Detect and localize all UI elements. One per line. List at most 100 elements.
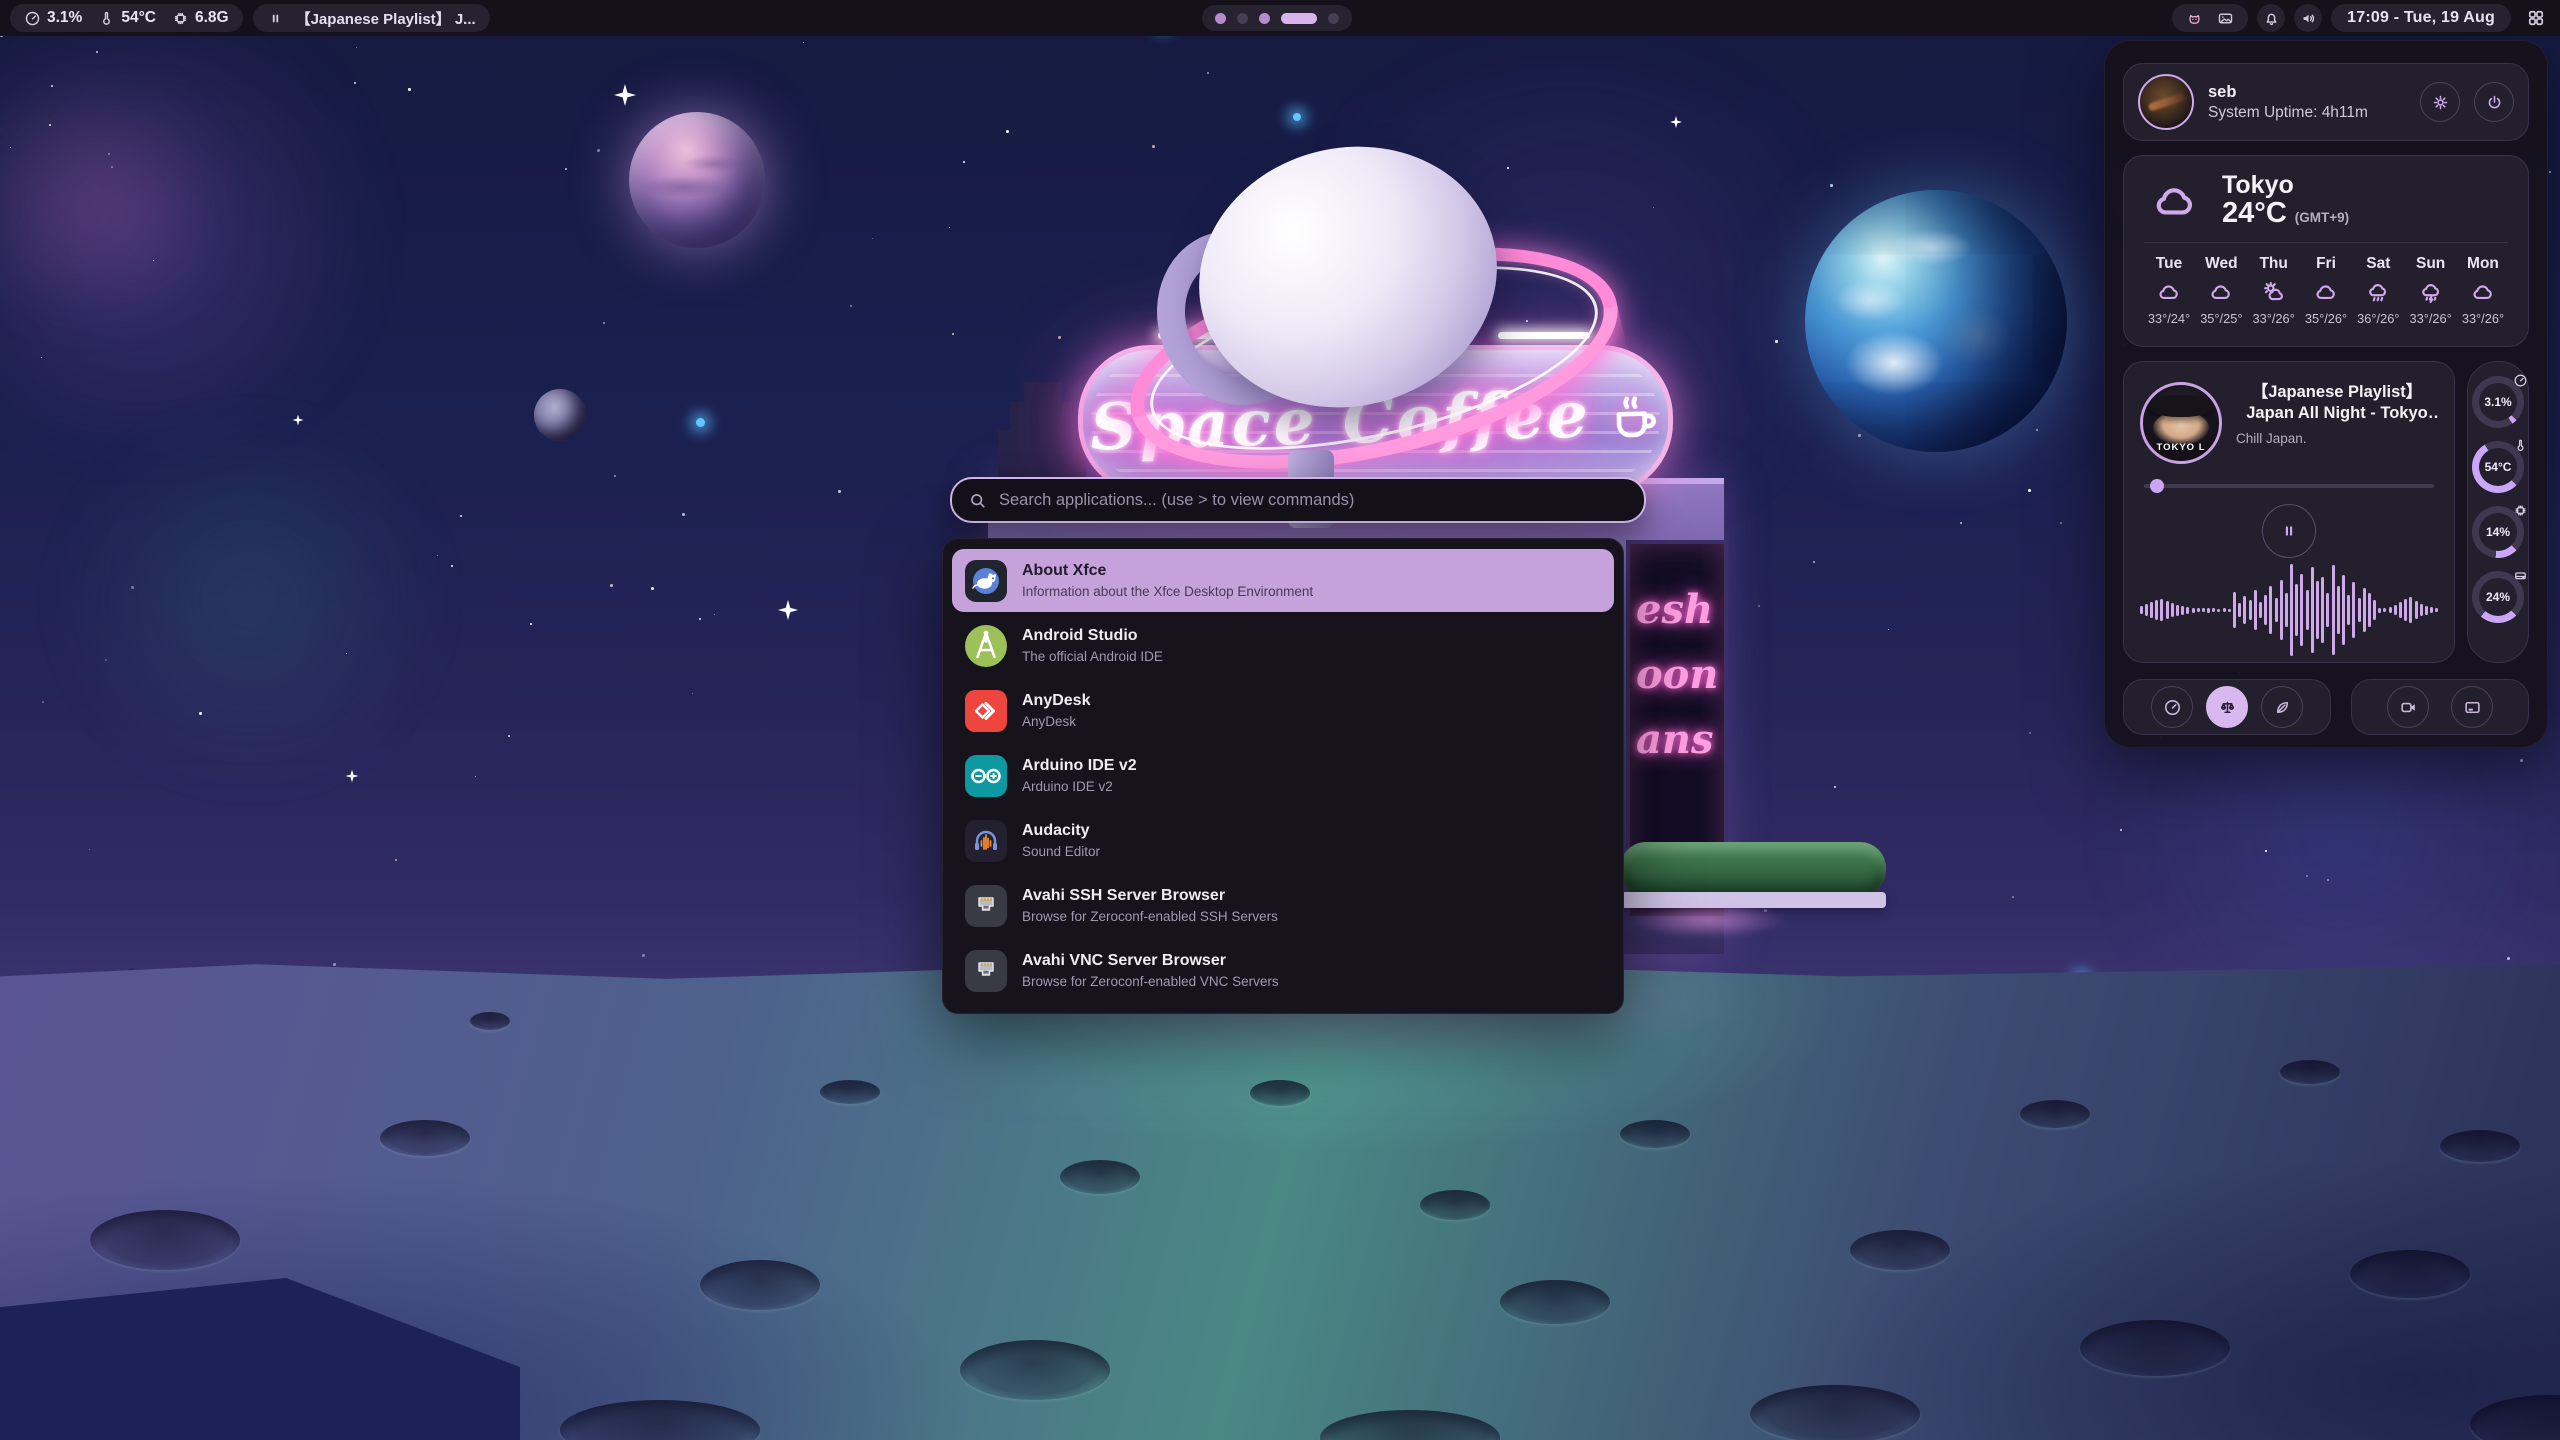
system-gauge: 24% <box>2472 571 2524 623</box>
screenshot-tray-icon[interactable] <box>2217 10 2234 27</box>
star <box>2120 829 2122 831</box>
avatar[interactable] <box>2138 74 2194 130</box>
star <box>2028 489 2031 492</box>
forecast-temps: 36°/26° <box>2357 311 2399 326</box>
launcher-item[interactable]: Avahi SSH Server Browser Browse for Zero… <box>952 874 1614 937</box>
earth-planet <box>1805 190 2067 452</box>
volume-button[interactable] <box>2294 4 2322 32</box>
settings-button[interactable] <box>2420 82 2460 122</box>
cloud-icon <box>2313 279 2339 305</box>
star <box>2265 850 2267 852</box>
visualizer-bar <box>2171 603 2174 617</box>
stat-chip: 54°C <box>98 9 156 27</box>
weather-card: Tokyo 24°C (GMT+9) Tue 33°/24° Wed 35°/2… <box>2123 155 2529 347</box>
workspace-dot[interactable] <box>1328 13 1339 24</box>
star <box>408 88 411 91</box>
power-mode-pill <box>2123 679 2331 735</box>
panel-button[interactable] <box>2206 686 2248 728</box>
visualizer-bar <box>2228 609 2231 612</box>
music-header: TOKYO L 【Japanese Playlist】 Japan All Ni… <box>2140 382 2438 464</box>
panel-button[interactable] <box>2151 686 2193 728</box>
visualizer-bar <box>2368 593 2371 627</box>
visualizer-bar <box>2420 604 2423 616</box>
visualizer-bar <box>2321 577 2324 643</box>
visualizer-bar <box>2435 608 2438 612</box>
star <box>356 47 357 48</box>
forecast-day: Thu 33°/26° <box>2249 255 2299 326</box>
album-art[interactable]: TOKYO L <box>2140 382 2222 464</box>
visualizer-bar <box>2280 580 2283 640</box>
visualizer-bar <box>2223 608 2226 612</box>
power-button[interactable] <box>2474 82 2514 122</box>
star <box>1960 522 1962 524</box>
notifications-button[interactable] <box>2257 4 2285 32</box>
workspace-dot[interactable] <box>1237 13 1248 24</box>
cat-tray-icon[interactable] <box>2186 10 2203 27</box>
app-grid-icon[interactable] <box>2526 8 2546 28</box>
forecast-day-label: Tue <box>2156 255 2182 273</box>
workspace-dot[interactable] <box>1259 13 1270 24</box>
visualizer-bar <box>2192 608 2195 613</box>
crater <box>470 1012 510 1030</box>
crater <box>1250 1080 1310 1106</box>
system-stats-pill[interactable]: 3.1% 54°C 6.8G <box>10 4 243 32</box>
progress-knob[interactable] <box>2150 479 2164 493</box>
system-gauge: 54°C <box>2472 441 2524 493</box>
workspace-indicator[interactable] <box>1202 5 1352 31</box>
panel-button[interactable] <box>2451 686 2493 728</box>
forecast-day-label: Mon <box>2467 255 2499 273</box>
launcher-item[interactable]: AnyDesk AnyDesk <box>952 679 1614 742</box>
visualizer-bar <box>2342 575 2345 645</box>
visualizer-bar <box>2352 582 2355 638</box>
clock[interactable]: 17:09 - Tue, 19 Aug <box>2331 4 2511 32</box>
star <box>395 859 397 861</box>
launcher-item[interactable]: Arduino IDE v2 Arduino IDE v2 <box>952 744 1614 807</box>
panel-button[interactable] <box>2261 686 2303 728</box>
launcher-item[interactable]: Audacity Sound Editor <box>952 809 1614 872</box>
album-art-text: TOKYO L <box>2143 442 2219 453</box>
system-gauges: 3.1% 54°C 14% 24% <box>2467 361 2529 663</box>
search-icon <box>968 491 987 510</box>
top-bar-right: 17:09 - Tue, 19 Aug <box>2172 4 2552 32</box>
star <box>1830 184 1833 187</box>
now-playing-pill[interactable]: 【Japanese Playlist】 J... <box>253 4 490 32</box>
panel-button[interactable] <box>2387 686 2429 728</box>
star <box>2327 879 2329 881</box>
launcher-item[interactable]: About Xfce Information about the Xfce De… <box>952 549 1614 612</box>
search-input[interactable] <box>997 490 1628 511</box>
launcher-item[interactable]: Android Studio The official Android IDE <box>952 614 1614 677</box>
visualizer-bar <box>2358 598 2361 622</box>
bell-icon <box>2263 10 2280 27</box>
visualizer-bar <box>2166 601 2169 619</box>
star <box>682 513 685 516</box>
forecast-temps: 33°/26° <box>2253 311 2295 326</box>
cloud-icon <box>2156 279 2182 305</box>
video-icon <box>2399 698 2418 717</box>
forecast-temps: 33°/26° <box>2462 311 2504 326</box>
track-subtitle: Chill Japan. <box>2236 431 2438 446</box>
star <box>565 168 567 170</box>
progress-bar[interactable] <box>2144 484 2434 488</box>
crater <box>2280 1060 2340 1084</box>
stat-chip: 6.8G <box>172 9 229 27</box>
workspace-dot[interactable] <box>1215 13 1226 24</box>
forecast-day-label: Sat <box>2366 255 2390 273</box>
star <box>2036 429 2038 431</box>
star <box>952 333 954 335</box>
app-name: Avahi VNC Server Browser <box>1022 951 1279 971</box>
star <box>96 51 98 53</box>
visualizer-bar <box>2332 565 2335 655</box>
app-network <box>964 949 1008 993</box>
workspace-dot[interactable] <box>1281 13 1317 24</box>
app-name: Audacity <box>1022 821 1100 841</box>
search-bar[interactable] <box>950 477 1646 523</box>
crater <box>2440 1130 2520 1162</box>
visualizer-bar <box>2326 593 2329 627</box>
visualizer-bar <box>2337 586 2340 634</box>
pause-button[interactable] <box>2262 504 2316 558</box>
app-name: Android Studio <box>1022 626 1163 646</box>
visualizer-bar <box>2316 581 2319 639</box>
star <box>153 260 154 261</box>
launcher-item[interactable]: Avahi VNC Server Browser Browse for Zero… <box>952 939 1614 1002</box>
app-anydesk <box>964 689 1008 733</box>
